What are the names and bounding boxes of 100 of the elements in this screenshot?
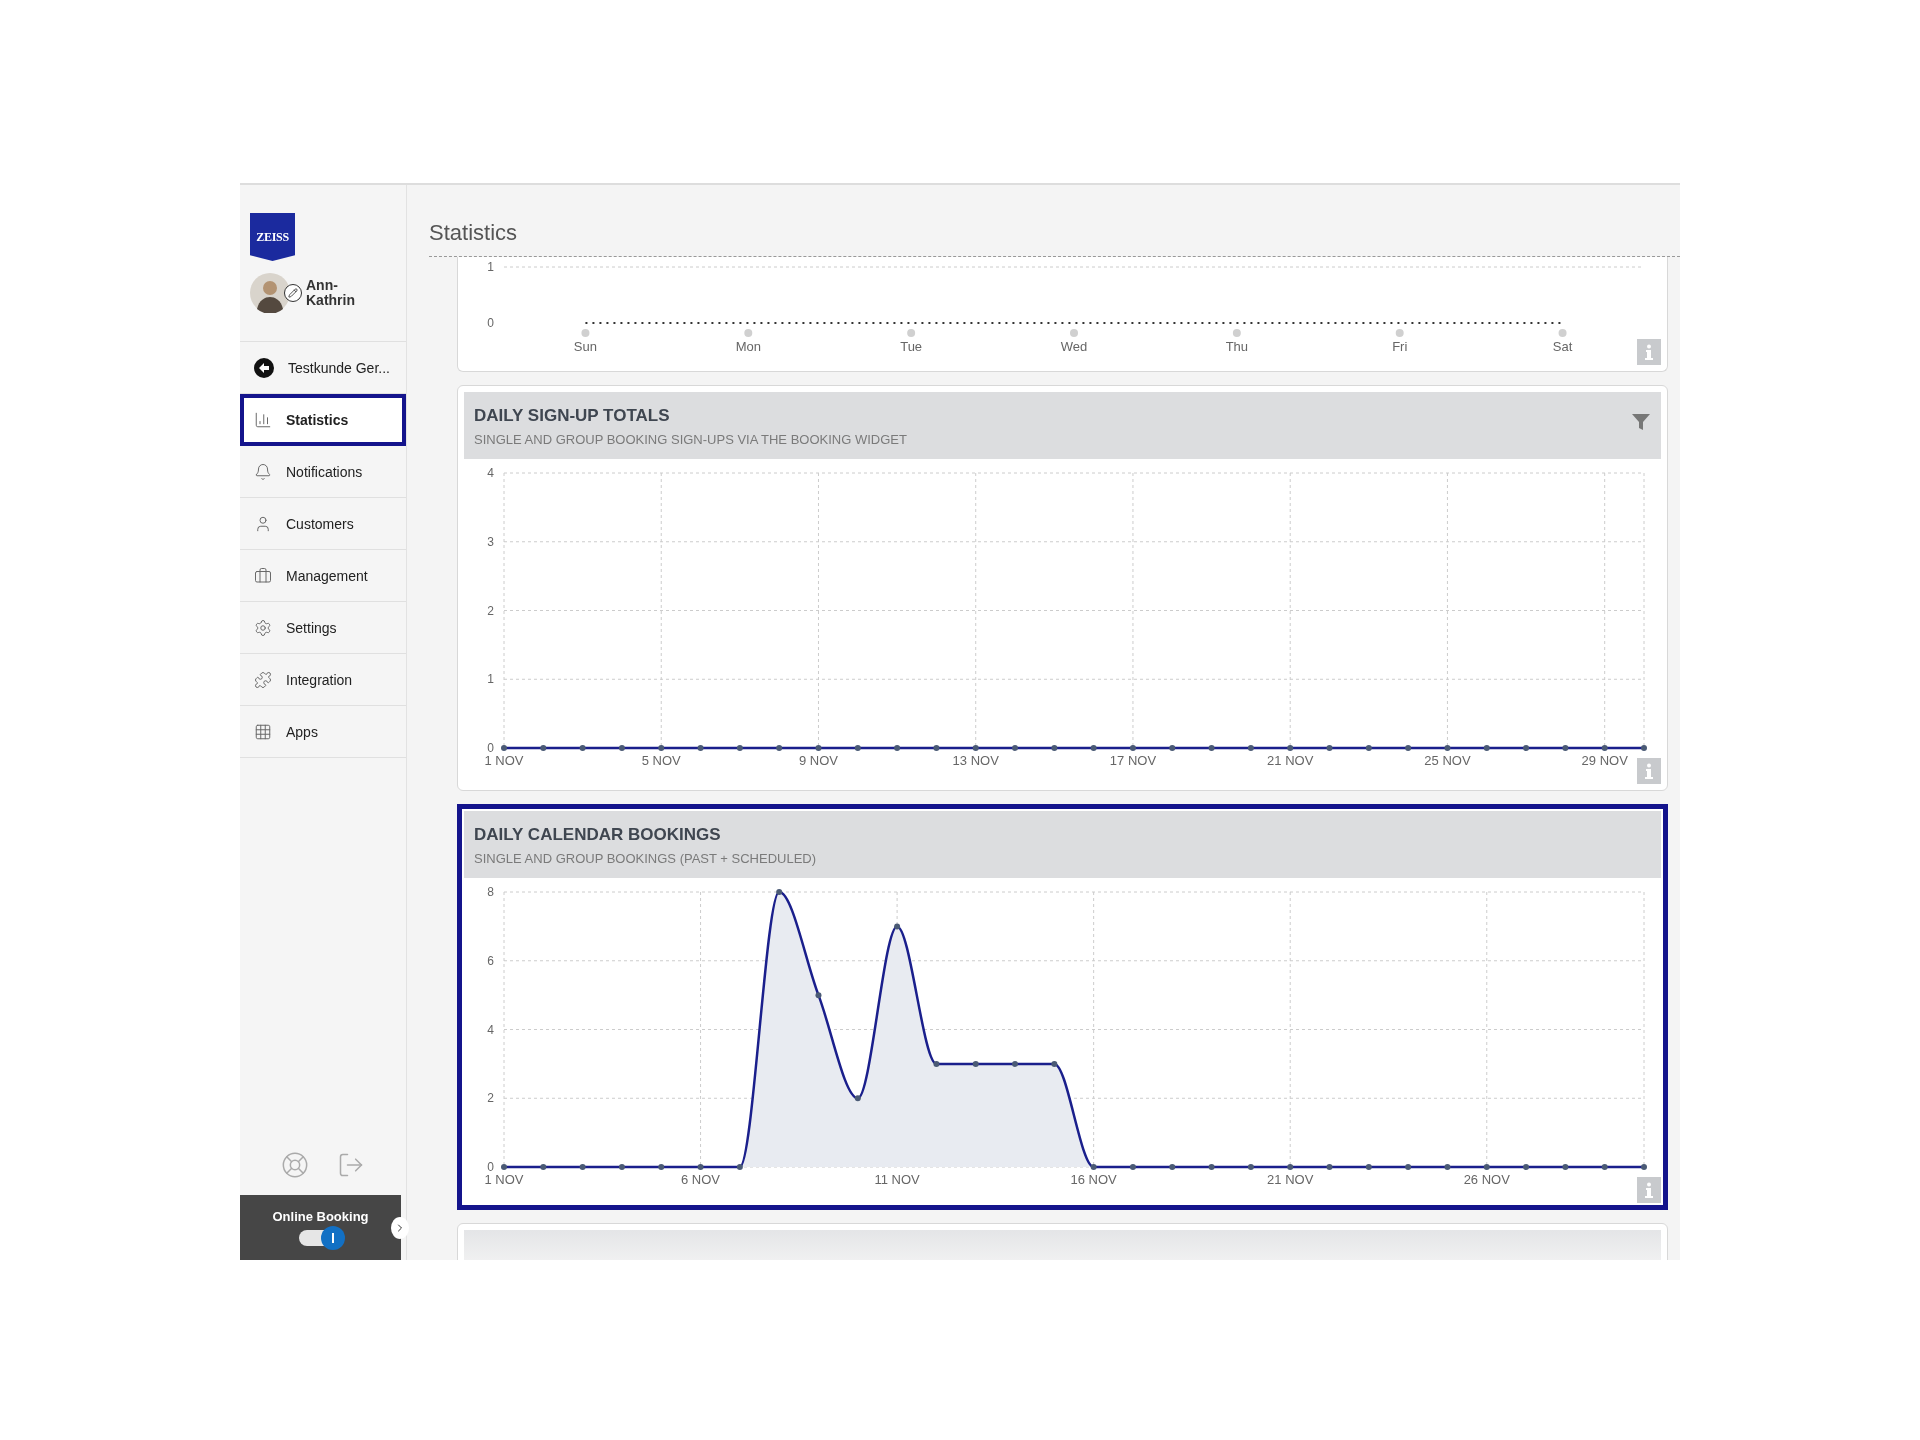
card-subtitle: SINGLE AND GROUP BOOKING SIGN-UPS VIA THE BOOKING WIDGET — [474, 432, 907, 447]
axis-label: 5 NOV — [641, 753, 681, 768]
axis-label: 25 NOV — [1424, 753, 1471, 768]
sidebar-item[interactable]: Notifications — [240, 446, 406, 498]
day-dot — [1395, 329, 1404, 337]
data-point — [1562, 745, 1569, 751]
axis-label: Fri — [1392, 339, 1408, 354]
nav-icon — [254, 514, 272, 533]
data-point — [1483, 745, 1490, 751]
data-point — [501, 745, 507, 751]
axis-label: 8 — [487, 885, 494, 899]
day-dot — [1232, 329, 1241, 337]
sidebar-item[interactable]: Management — [240, 550, 406, 602]
filter-icon[interactable] — [1631, 412, 1651, 432]
data-point — [854, 1095, 861, 1102]
data-point — [540, 745, 547, 751]
axis-label: 17 NOV — [1109, 753, 1157, 768]
data-point — [972, 745, 979, 751]
data-point — [815, 992, 822, 999]
page-title: Statistics — [429, 220, 518, 246]
data-point — [579, 745, 586, 751]
axis-label: 0 — [487, 316, 494, 330]
data-point — [1405, 745, 1412, 751]
axis-label: Tue — [900, 339, 923, 354]
sidebar-item[interactable]: Integration — [240, 654, 406, 706]
axis-label: 2 — [487, 1091, 494, 1106]
data-point — [618, 1164, 625, 1170]
data-point — [1051, 1060, 1058, 1067]
axis-label: 0 — [487, 741, 494, 755]
day-dot — [1070, 329, 1078, 337]
help-icon[interactable] — [281, 1151, 309, 1179]
avatar[interactable] — [250, 273, 290, 313]
data-point — [1601, 1164, 1608, 1170]
data-point — [1129, 1164, 1136, 1170]
sidebar-item[interactable]: Statistics — [240, 394, 406, 446]
axis-label: 21 NOV — [1267, 753, 1314, 768]
nav-icon — [254, 670, 272, 689]
axis-label: 0 — [487, 1160, 494, 1174]
data-point — [933, 745, 940, 751]
card-subtitle: SINGLE AND GROUP BOOKINGS (PAST + SCHEDULED) — [474, 851, 817, 866]
data-point — [1012, 745, 1019, 751]
day-dot — [907, 329, 916, 337]
axis-label: 1 NOV — [484, 1172, 524, 1187]
axis-label: 6 — [487, 953, 494, 968]
nav-icon — [254, 411, 272, 429]
nav-icon — [254, 722, 272, 741]
collapse-button[interactable] — [391, 1217, 409, 1239]
axis-label: 16 NOV — [1070, 1172, 1117, 1187]
info-icon — [1645, 763, 1653, 779]
data-point — [1641, 1164, 1647, 1170]
data-point — [1051, 745, 1058, 751]
data-point — [1169, 1164, 1176, 1170]
data-point — [1483, 1164, 1490, 1170]
data-point — [1129, 745, 1136, 751]
data-point — [1247, 1164, 1254, 1170]
data-point — [815, 745, 822, 751]
nav-icon — [254, 618, 272, 637]
axis-label: Thu — [1225, 339, 1249, 354]
data-point — [658, 1164, 665, 1170]
data-point — [1523, 745, 1530, 751]
axis-label: 6 NOV — [681, 1172, 721, 1187]
data-point — [1444, 1164, 1451, 1170]
data-point — [658, 745, 665, 751]
data-point — [1601, 745, 1608, 751]
data-point — [1012, 1060, 1019, 1067]
axis-label: 1 NOV — [484, 753, 524, 768]
axis-label: 4 — [487, 1022, 494, 1037]
data-point — [1287, 745, 1294, 751]
sidebar-item[interactable]: Settings — [240, 602, 406, 654]
axis-label: 3 — [487, 534, 494, 549]
logout-icon[interactable] — [337, 1151, 365, 1179]
data-point — [1641, 745, 1647, 751]
axis-label: Sat — [1552, 339, 1573, 354]
info-icon — [1645, 344, 1653, 360]
data-point — [776, 889, 783, 895]
data-point — [540, 1164, 547, 1170]
axis-label: 13 NOV — [952, 753, 999, 768]
data-point — [1326, 1164, 1333, 1170]
data-point — [697, 745, 704, 751]
data-point — [1365, 1164, 1372, 1170]
data-point — [1405, 1164, 1412, 1170]
data-point — [736, 745, 743, 751]
axis-label: 26 NOV — [1463, 1172, 1510, 1187]
data-point — [1169, 745, 1176, 751]
axis-label: 1 — [487, 672, 494, 687]
sidebar-item[interactable]: Apps — [240, 706, 406, 758]
user-name: Ann-Kathrin — [306, 277, 356, 309]
data-point — [854, 745, 861, 751]
card-title: DAILY CALENDAR BOOKINGS — [474, 825, 721, 845]
data-point — [618, 745, 625, 751]
axis-label: 9 NOV — [798, 753, 838, 768]
data-point — [1090, 745, 1097, 751]
axis-label: 29 NOV — [1581, 753, 1628, 768]
data-point — [501, 1164, 507, 1170]
sidebar-item[interactable]: Customers — [240, 498, 406, 550]
axis-label: 21 NOV — [1267, 1172, 1314, 1187]
data-point — [736, 1164, 743, 1170]
data-point — [1365, 745, 1372, 751]
edit-icon[interactable] — [284, 284, 302, 302]
data-point — [894, 923, 901, 930]
